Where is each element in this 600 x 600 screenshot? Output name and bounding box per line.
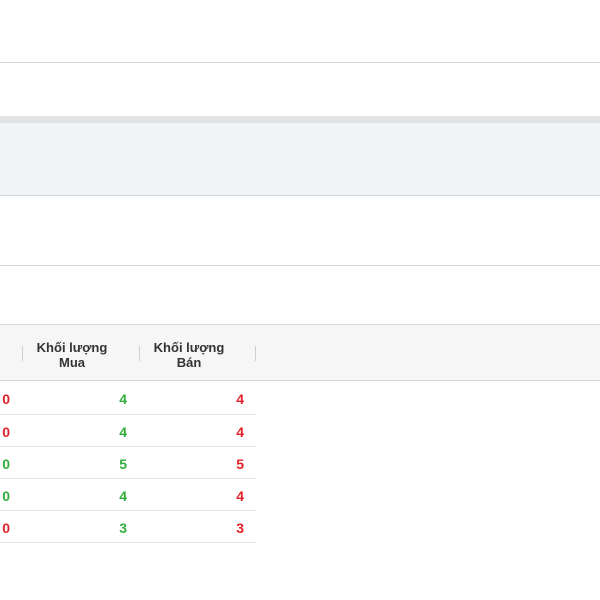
- table-row[interactable]: 0 4 4: [0, 479, 256, 511]
- sell-volume-cell: 4: [236, 391, 244, 407]
- header-sell-volume[interactable]: Khối lượng Bán: [134, 340, 244, 370]
- edge-cell: 0: [2, 391, 10, 407]
- sell-volume-cell: 4: [236, 488, 244, 504]
- edge-cell: 0: [2, 520, 10, 536]
- buy-volume-cell: 4: [119, 391, 127, 407]
- buy-volume-cell: 4: [119, 488, 127, 504]
- header-sell-volume-line2: Bán: [176, 355, 202, 370]
- page: Khối lượng Mua Khối lượng Bán 0 4 4 0 4 …: [0, 0, 600, 600]
- edge-cell: 0: [2, 424, 10, 440]
- sell-volume-cell: 4: [236, 424, 244, 440]
- table-row[interactable]: 0 5 5: [0, 447, 256, 479]
- divider: [0, 62, 600, 63]
- buy-volume-cell: 3: [119, 520, 127, 536]
- header-buy-volume-line2: Mua: [59, 355, 85, 370]
- edge-cell: 0: [2, 456, 10, 472]
- divider: [0, 265, 600, 266]
- buy-volume-cell: 4: [119, 424, 127, 440]
- table-header: Khối lượng Mua Khối lượng Bán: [0, 324, 600, 381]
- sell-volume-cell: 5: [236, 456, 244, 472]
- table-row[interactable]: 0 4 4: [0, 415, 256, 447]
- header-buy-volume[interactable]: Khối lượng Mua: [17, 340, 127, 370]
- sell-volume-cell: 3: [236, 520, 244, 536]
- table-row[interactable]: 0 3 3: [0, 511, 256, 543]
- header-buy-volume-line1: Khối lượng: [36, 340, 108, 355]
- table-row[interactable]: 0 4 4: [0, 382, 256, 415]
- header-sell-volume-line1: Khối lượng: [153, 340, 225, 355]
- edge-cell: 0: [2, 488, 10, 504]
- gray-panel: [0, 116, 600, 196]
- column-separator: [255, 346, 256, 361]
- table-body: 0 4 4 0 4 4 0 5 5 0 4 4 0 3 3: [0, 382, 256, 543]
- buy-volume-cell: 5: [119, 456, 127, 472]
